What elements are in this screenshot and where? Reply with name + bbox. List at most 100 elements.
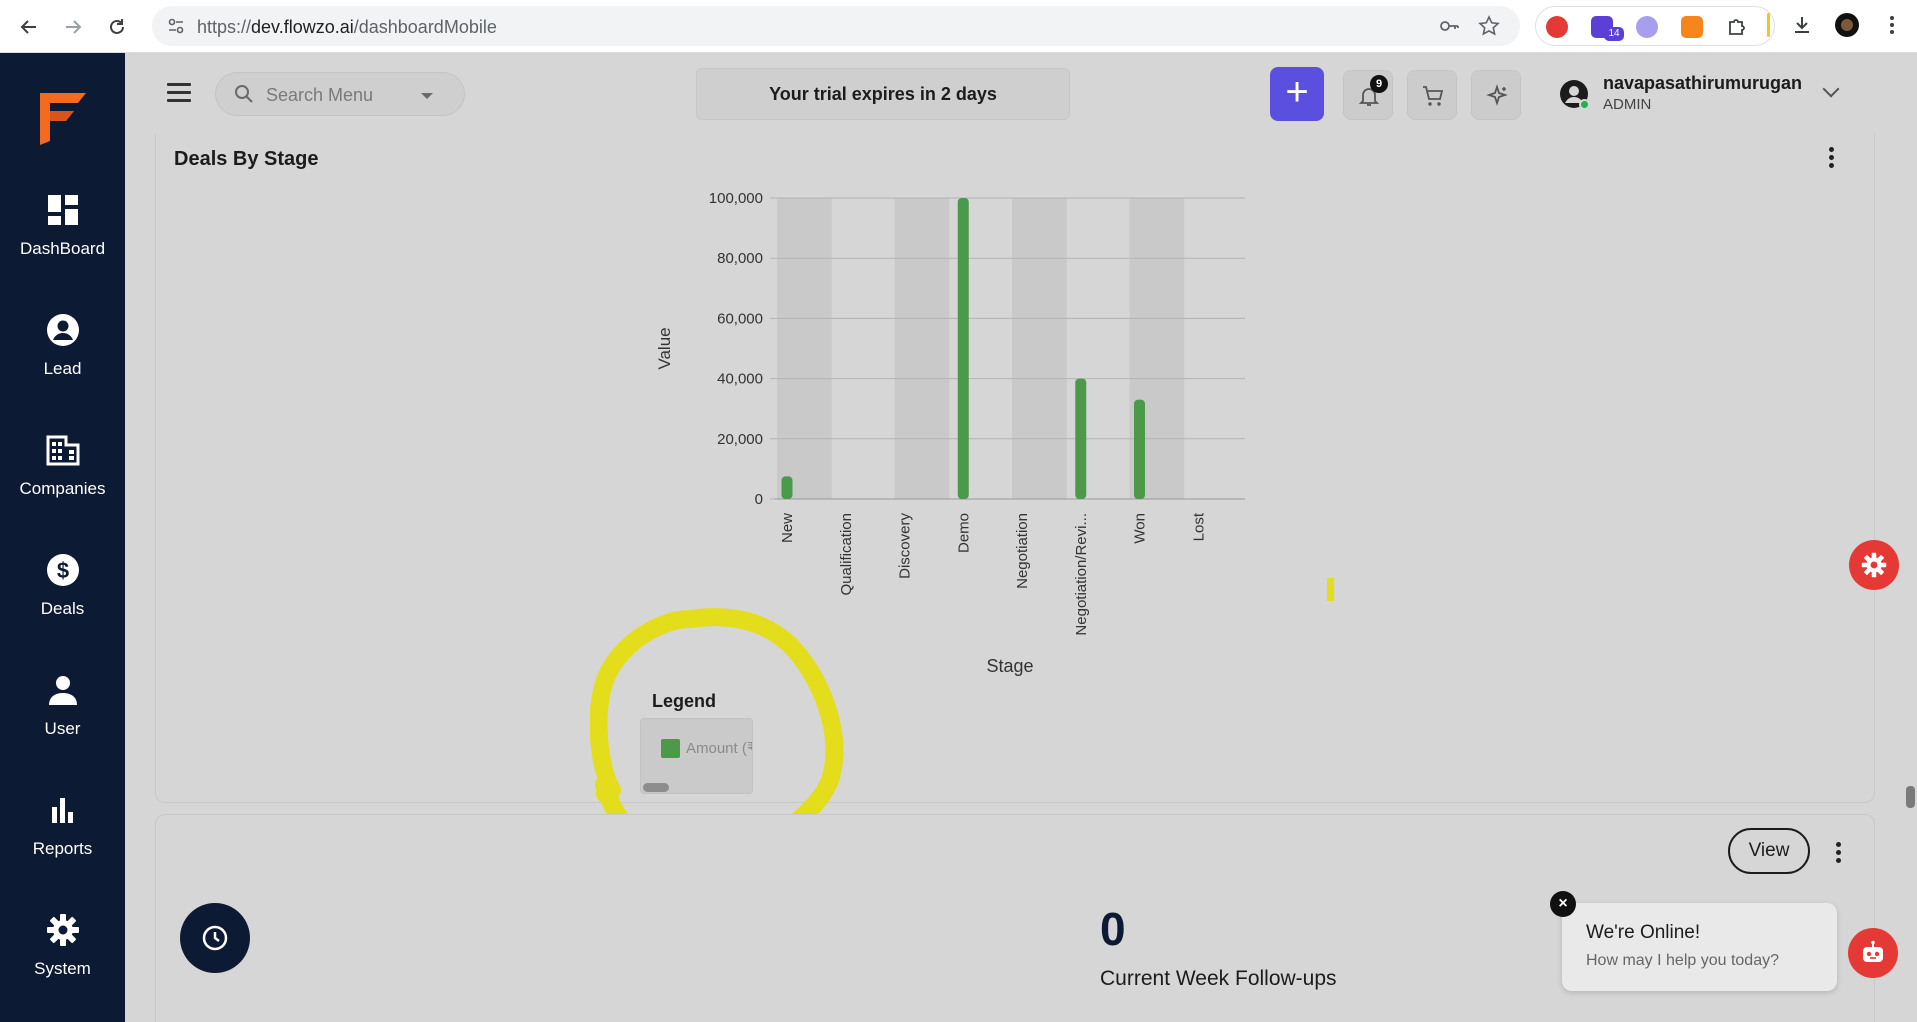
yellow-highlight-mark <box>1327 578 1334 601</box>
x-tick-label: Negotiation <box>1014 513 1031 589</box>
add-button[interactable]: + <box>1270 67 1324 121</box>
chat-popup[interactable]: We're Online! How may I help you today? <box>1562 903 1837 991</box>
chart-band <box>1012 198 1067 499</box>
x-axis-label: Stage <box>986 656 1033 676</box>
followups-count-label: Current Week Follow-ups <box>1100 967 1337 990</box>
deals-icon: $ <box>46 553 80 587</box>
notifications-button[interactable]: 9 <box>1343 70 1393 120</box>
trial-banner: Your trial expires in 2 days <box>696 68 1070 120</box>
y-tick-label: 60,000 <box>717 310 763 327</box>
settings-fab[interactable] <box>1849 540 1899 590</box>
sidebar-item-label: User <box>44 719 81 738</box>
extensions-puzzle-icon[interactable] <box>1726 16 1748 38</box>
user-menu-chevron-icon[interactable] <box>1822 80 1840 98</box>
y-tick-label: 20,000 <box>717 431 763 448</box>
user-role: ADMIN <box>1603 96 1652 113</box>
notification-badge: 9 <box>1370 75 1388 93</box>
followups-count: 0 <box>1100 903 1126 955</box>
profile-avatar-icon[interactable] <box>1833 11 1861 39</box>
bookmark-star-icon[interactable] <box>1478 15 1500 37</box>
password-key-icon[interactable] <box>1438 15 1460 37</box>
search-icon <box>234 84 254 104</box>
chart-band <box>894 198 950 499</box>
sidebar-item-label: Companies <box>19 479 106 498</box>
chart-band <box>777 198 832 499</box>
search-placeholder: Search Menu <box>266 85 374 105</box>
sidebar-item-label: System <box>34 959 91 978</box>
y-tick-label: 100,000 <box>709 190 763 207</box>
search-menu-input[interactable]: Search Menu <box>215 72 465 116</box>
browser-toolbar: https://dev.flowzo.ai/dashboardMobile 14 <box>0 0 1917 53</box>
chat-close-button[interactable]: × <box>1550 891 1576 917</box>
browser-menu-icon[interactable] <box>1878 11 1906 39</box>
hamburger-menu-icon[interactable] <box>167 83 191 103</box>
sidebar-item-companies[interactable]: Companies <box>0 433 125 533</box>
x-tick-label: Negotiation/Revi... <box>1073 513 1090 636</box>
metamask-fox-icon[interactable] <box>1681 16 1703 38</box>
lead-icon <box>46 313 80 347</box>
url-host: dev.flowzo.ai <box>251 17 354 37</box>
x-tick-label: Lost <box>1190 512 1207 541</box>
sidebar-item-dashboard[interactable]: DashBoard <box>0 193 125 293</box>
chart-bar <box>1134 399 1145 499</box>
user-icon <box>46 673 80 707</box>
svg-text:$: $ <box>57 558 69 583</box>
url-prefix: https:// <box>197 17 252 37</box>
extension-red-icon[interactable] <box>1546 16 1568 38</box>
x-tick-label: Won <box>1132 513 1149 544</box>
view-button[interactable]: View <box>1728 828 1810 874</box>
system-icon <box>46 913 80 947</box>
y-tick-label: 0 <box>755 491 763 508</box>
sidebar-item-label: Reports <box>32 839 93 858</box>
extension-badge: 14 <box>1604 27 1624 41</box>
forward-icon[interactable] <box>56 10 90 44</box>
sidebar-item-label: Deals <box>40 599 85 618</box>
user-name: navapasathirumurugan <box>1603 73 1803 93</box>
sidebar-item-deals[interactable]: $ Deals <box>0 553 125 653</box>
download-icon[interactable] <box>1788 11 1816 39</box>
y-tick-label: 40,000 <box>717 371 763 388</box>
url-path: /dashboardMobile <box>353 17 497 37</box>
history-fab[interactable] <box>180 903 250 973</box>
followups-options-kebab-icon[interactable] <box>1836 842 1842 864</box>
sidebar-item-lead[interactable]: Lead <box>0 313 125 413</box>
sidebar-item-user[interactable]: User <box>0 673 125 773</box>
site-settings-icon[interactable] <box>166 16 186 36</box>
extension-lavender-icon[interactable] <box>1636 16 1658 38</box>
card-options-kebab-icon[interactable] <box>1829 147 1835 169</box>
ai-sparkle-button[interactable] <box>1471 70 1521 120</box>
dashboard-icon <box>46 193 80 227</box>
flowzo-logo <box>36 89 90 145</box>
y-axis-label: Value <box>655 327 674 369</box>
x-tick-label: New <box>779 513 796 543</box>
url-text: https://dev.flowzo.ai/dashboardMobile <box>197 17 497 38</box>
chevron-down-icon[interactable] <box>421 93 433 99</box>
sidebar-item-reports[interactable]: Reports <box>0 793 125 893</box>
x-tick-label: Discovery <box>897 513 914 579</box>
chat-title: We're Online! <box>1586 922 1701 943</box>
sparkle-icon <box>1486 84 1508 106</box>
cart-icon <box>1423 86 1444 106</box>
card-title: Deals By Stage <box>174 148 319 170</box>
sidebar-item-label: Lead <box>43 359 82 378</box>
profile-divider <box>1767 13 1770 37</box>
chart-bar <box>957 198 969 499</box>
sidebar-item-system[interactable]: System <box>0 913 125 1013</box>
sidebar-item-label: DashBoard <box>19 239 106 258</box>
chart-bar <box>781 476 793 499</box>
back-icon[interactable] <box>12 10 46 44</box>
cart-button[interactable] <box>1407 70 1457 120</box>
x-tick-label: Demo <box>955 513 972 553</box>
page-scrollbar-thumb[interactable] <box>1906 786 1915 808</box>
x-tick-label: Qualification <box>838 513 855 596</box>
reload-icon[interactable] <box>100 10 134 44</box>
online-status-dot <box>1579 99 1590 110</box>
app-header: Search Menu Your trial expires in 2 days… <box>125 53 1917 133</box>
gear-icon <box>1861 552 1887 578</box>
reports-icon <box>46 793 80 827</box>
address-bar[interactable]: https://dev.flowzo.ai/dashboardMobile <box>152 6 1520 46</box>
chart-bar <box>1075 378 1087 499</box>
clock-icon <box>202 925 228 951</box>
chatbot-fab[interactable] <box>1848 928 1898 978</box>
sidebar: DashBoard Lead Companies $ Deals User Re… <box>0 53 125 1022</box>
